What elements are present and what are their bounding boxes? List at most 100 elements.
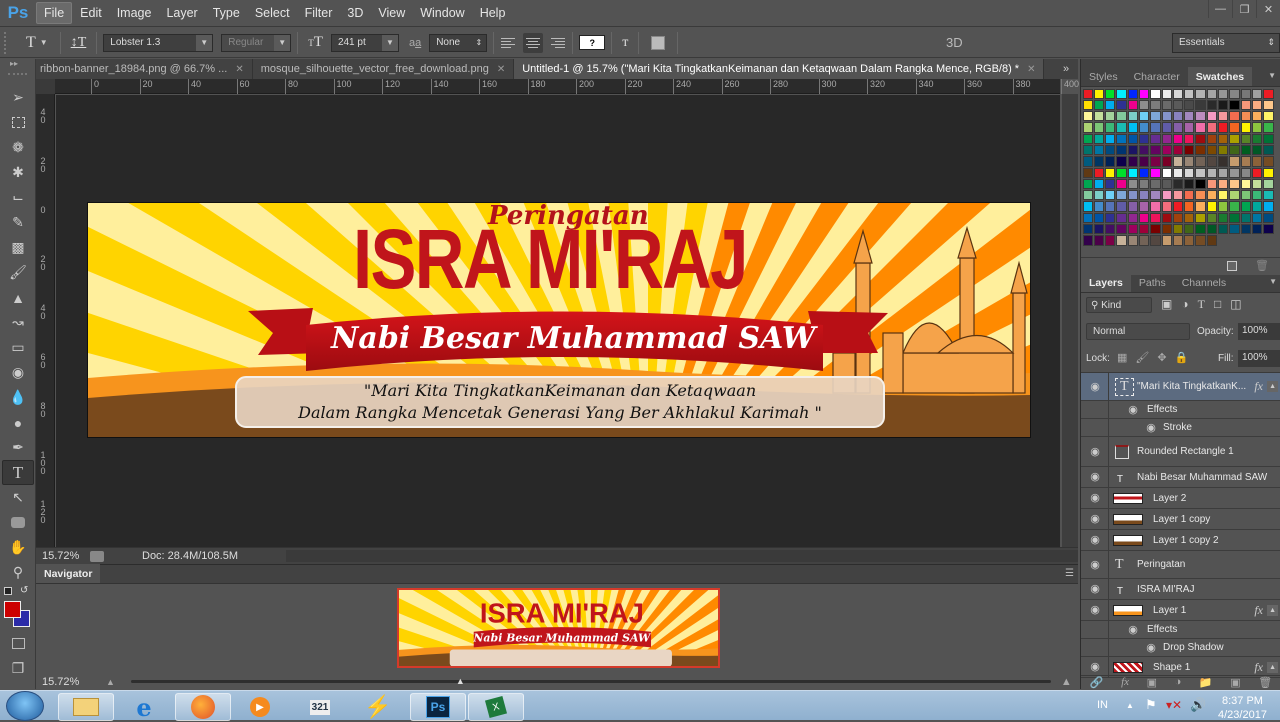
close-icon[interactable]: ✕	[497, 64, 505, 75]
close-button[interactable]: ✕	[1256, 0, 1280, 18]
swatch[interactable]	[1150, 156, 1161, 167]
lock-position-icon[interactable]: ✥	[1157, 351, 1166, 364]
close-icon[interactable]: ✕	[235, 64, 243, 75]
layer-effects-icon[interactable]: fx	[1254, 379, 1263, 394]
swatch[interactable]	[1251, 201, 1263, 212]
swatch[interactable]	[1138, 133, 1150, 144]
navigator-zoom-slider[interactable]: ▲	[130, 676, 1051, 686]
swatch[interactable]	[1116, 144, 1127, 156]
swatch[interactable]	[1184, 133, 1195, 144]
swatch[interactable]	[1218, 144, 1229, 156]
filter-pixel-icon[interactable]: ▣	[1161, 297, 1172, 312]
default-colors-icon[interactable]	[4, 587, 12, 595]
menu-type[interactable]: Type	[206, 3, 247, 23]
swatch[interactable]	[1263, 133, 1274, 144]
swatch[interactable]	[1150, 144, 1161, 156]
visibility-eye-icon[interactable]: ◉	[1127, 624, 1139, 636]
toggle-text-orientation-icon[interactable]: ↕T	[71, 35, 87, 51]
taskbar-mpc[interactable]: 321	[292, 693, 348, 721]
swatch[interactable]	[1263, 88, 1274, 99]
swatch[interactable]	[1161, 88, 1172, 99]
type-tool[interactable]: T	[2, 460, 34, 485]
swatch[interactable]	[1184, 144, 1195, 156]
menu-select[interactable]: Select	[248, 3, 297, 23]
swatch[interactable]	[1150, 122, 1161, 133]
ruler-origin[interactable]	[36, 79, 55, 94]
brush-tool[interactable]: 🖌	[0, 260, 36, 285]
swatch[interactable]	[1082, 190, 1093, 201]
swatch[interactable]	[1127, 156, 1138, 167]
swatch[interactable]	[1093, 235, 1105, 246]
align-right-button[interactable]	[545, 33, 566, 53]
type-tool-preset-icon[interactable]: T	[26, 34, 36, 52]
swatch[interactable]	[1105, 88, 1116, 99]
swatch[interactable]	[1251, 88, 1263, 99]
swatch[interactable]	[1184, 88, 1195, 99]
swatch[interactable]	[1172, 122, 1184, 133]
swatch[interactable]	[1218, 224, 1229, 235]
swatch[interactable]	[1240, 133, 1251, 144]
swatch[interactable]	[1172, 156, 1184, 167]
swatch[interactable]	[1263, 99, 1274, 111]
swatch[interactable]	[1206, 111, 1218, 122]
minimize-button[interactable]: —	[1208, 0, 1232, 18]
swatch[interactable]	[1229, 178, 1240, 190]
swatch[interactable]	[1161, 212, 1172, 224]
layer-row[interactable]: ◉ Layer 2	[1081, 488, 1280, 509]
navigator-preview[interactable]: ISRA MI'RAJ Nabi Besar Muhammad SAW	[397, 588, 720, 668]
swatch[interactable]	[1184, 122, 1195, 133]
swatch[interactable]	[1240, 156, 1251, 167]
panel-menu-icon[interactable]: ▼	[1269, 277, 1277, 286]
link-layers-icon[interactable]: 🔗	[1090, 676, 1104, 689]
swatch[interactable]	[1138, 178, 1150, 190]
swatch[interactable]	[1161, 144, 1172, 156]
tab-swatches[interactable]: Swatches	[1187, 67, 1253, 86]
expand-tools-icon[interactable]: ▸▸	[0, 59, 35, 73]
quick-mask-icon[interactable]	[0, 631, 36, 656]
start-button[interactable]	[6, 691, 44, 721]
swatch[interactable]	[1161, 190, 1172, 201]
swatch[interactable]	[1229, 156, 1240, 167]
menu-help[interactable]: Help	[473, 3, 513, 23]
taskbar-winamp[interactable]: ⚡	[350, 693, 406, 721]
swatch[interactable]	[1093, 133, 1105, 144]
visibility-eye-icon[interactable]: ◉	[1089, 492, 1101, 504]
swatch[interactable]	[1229, 144, 1240, 156]
swatch[interactable]	[1138, 224, 1150, 235]
swatch[interactable]	[1206, 156, 1218, 167]
tools-grip[interactable]	[8, 73, 27, 85]
menu-image[interactable]: Image	[110, 3, 159, 23]
swatch[interactable]	[1184, 224, 1195, 235]
swatch[interactable]	[1105, 190, 1116, 201]
tab-styles[interactable]: Styles	[1081, 67, 1126, 86]
swatch[interactable]	[1251, 122, 1263, 133]
swatch[interactable]	[1184, 111, 1195, 122]
swatch[interactable]	[1263, 156, 1274, 167]
swatch[interactable]	[1116, 133, 1127, 144]
network-icon[interactable]: ▾✕	[1166, 698, 1182, 712]
blend-mode-select[interactable]: Normal	[1086, 323, 1190, 340]
layer-row[interactable]: ◉ T "Mari Kita TingkatkanK... fx ▲	[1081, 373, 1280, 401]
options-grip[interactable]	[4, 31, 14, 54]
workspace-select[interactable]: Essentials ⇕	[1172, 32, 1280, 53]
add-mask-icon[interactable]: ▣	[1147, 676, 1157, 689]
swatch[interactable]	[1093, 99, 1105, 111]
layer-effect-row[interactable]: ◉ Effects	[1081, 401, 1280, 419]
visibility-eye-icon[interactable]: ◉	[1089, 534, 1101, 546]
swatch[interactable]	[1240, 178, 1251, 190]
swatch[interactable]	[1105, 201, 1116, 212]
swatch[interactable]	[1093, 88, 1105, 99]
zoom-in-icon[interactable]: ▲	[1061, 676, 1072, 688]
swatch[interactable]	[1229, 99, 1240, 111]
slider-handle[interactable]: ▲	[456, 676, 465, 686]
swatch[interactable]	[1263, 212, 1274, 224]
vertical-ruler[interactable]: 402002040608010012014	[36, 94, 55, 566]
swatch[interactable]	[1082, 178, 1093, 190]
align-center-button[interactable]	[523, 32, 544, 53]
opacity-field[interactable]: 100%	[1238, 323, 1280, 340]
healing-brush-tool[interactable]: ▩	[0, 235, 36, 260]
text-color-swatch[interactable]: ?	[579, 35, 606, 50]
swatch[interactable]	[1138, 111, 1150, 122]
swatch[interactable]	[1161, 122, 1172, 133]
swatch[interactable]	[1206, 235, 1218, 246]
